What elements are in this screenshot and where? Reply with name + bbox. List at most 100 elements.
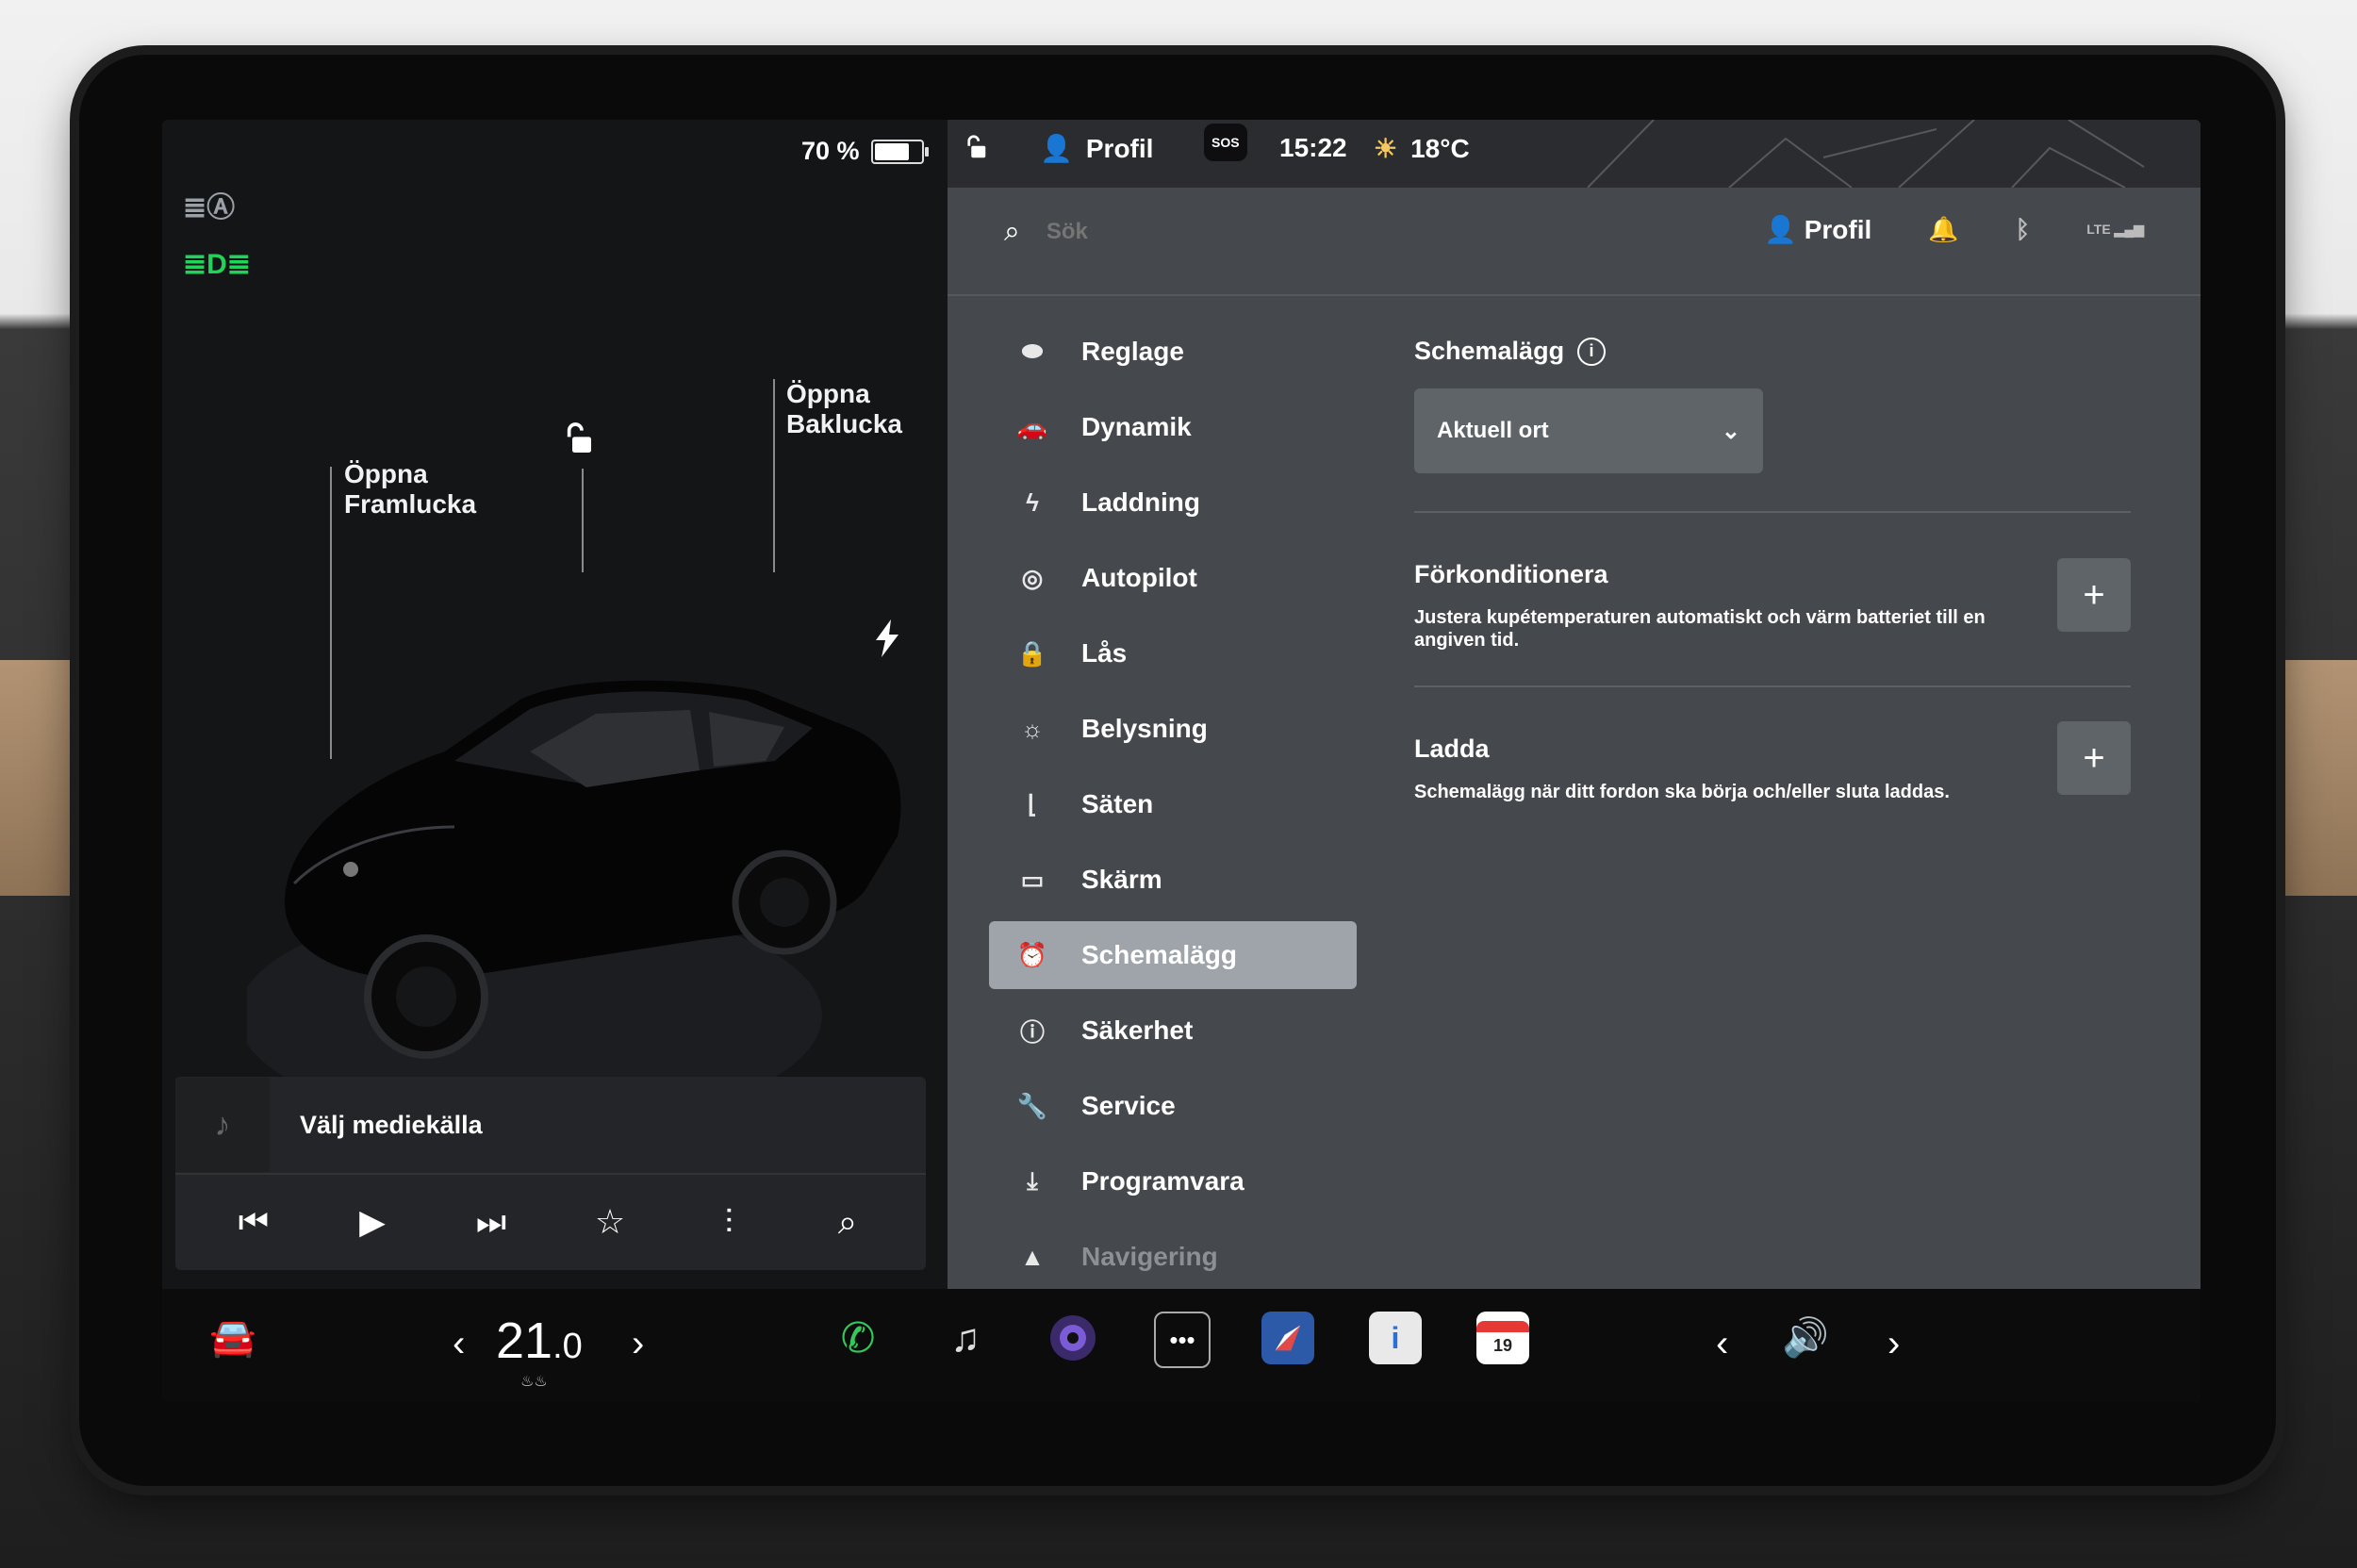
status-bar: 👤 Profil SOS 15:22 ☀ 18°C — [948, 120, 2200, 188]
clock: 15:22 — [1279, 133, 1347, 162]
nav-item-label: Service — [1081, 1091, 1176, 1120]
calendar-icon[interactable]: 19 — [1476, 1312, 1529, 1364]
volume-up-chevron[interactable]: › — [1887, 1323, 1900, 1365]
cabin-temperature[interactable]: 21.0 — [496, 1312, 583, 1370]
front-trunk-line2: Framlucka — [344, 489, 477, 519]
media-player: ♪ Välj mediekälla ⏮ ▶ ⏭ ☆ ⫶ ⌕ — [175, 1077, 926, 1270]
nav-item-dynamik[interactable]: 🚗 Dynamik — [989, 393, 1357, 461]
nav-item-reglage[interactable]: ⬬ Reglage — [989, 318, 1357, 386]
nav-item-label: Lås — [1081, 638, 1128, 668]
more-apps-icon[interactable]: ••• — [1154, 1312, 1211, 1368]
nav-item-label: Belysning — [1081, 714, 1208, 743]
nav-item-label: Säten — [1081, 789, 1154, 818]
auto-headlights-icon[interactable]: ≣Ⓐ — [183, 184, 235, 225]
nav-item-belysning[interactable]: ☼ Belysning — [989, 695, 1357, 763]
settings-nav: ⬬ Reglage 🚗 Dynamik ϟ Laddning ◎ Autopilot 🔒 Lås ☼… — [989, 318, 1357, 1298]
nav-item-label: Reglage — [1081, 337, 1184, 366]
weather: ☀ 18°C — [1374, 133, 1470, 164]
outside-temperature: 18°C — [1410, 133, 1470, 163]
charge-row: Ladda Schemalägg när ditt fordon ska bör… — [1414, 687, 2131, 837]
steering-wheel-icon: ◎ — [1021, 563, 1044, 592]
battery-fill — [874, 142, 909, 160]
charge-desc: Schemalägg när ditt fordon ska börja och… — [1414, 782, 1950, 802]
volume-icon[interactable]: 🔊 — [1782, 1315, 1829, 1360]
header-profile-button[interactable]: 👤 Profil — [1764, 214, 1871, 245]
rear-trunk-line2: Baklucka — [786, 409, 902, 438]
nav-item-laddning[interactable]: ϟ Laddning — [989, 469, 1357, 536]
chevron-down-icon: ⌄ — [1721, 418, 1740, 444]
temp-whole: 21 — [496, 1312, 553, 1369]
temp-down-chevron[interactable]: ‹ — [453, 1323, 465, 1365]
phone-icon[interactable]: ✆ — [832, 1312, 884, 1364]
media-search-icon[interactable]: ⌕ — [819, 1202, 876, 1243]
header-profile-label: Profil — [1804, 215, 1872, 244]
wrench-icon: 🔧 — [1016, 1091, 1048, 1120]
calendar-day: 19 — [1492, 1335, 1513, 1355]
nav-item-autopilot[interactable]: ◎ Autopilot — [989, 544, 1357, 612]
lte-label: LTE — [2086, 222, 2111, 237]
bolt-icon: ϟ — [1026, 487, 1039, 517]
seat-heat-icon[interactable]: ♨♨ — [520, 1372, 548, 1391]
nav-item-label: Säkerhet — [1081, 1015, 1194, 1045]
manual-info-icon[interactable]: i — [1369, 1312, 1422, 1364]
location-dropdown[interactable]: Aktuell ort ⌄ — [1414, 388, 1763, 473]
nav-item-label: Navigering — [1081, 1242, 1218, 1271]
favorite-star-icon[interactable]: ☆ — [582, 1202, 638, 1242]
volume-down-chevron[interactable]: ‹ — [1716, 1323, 1728, 1365]
nav-item-label: Autopilot — [1081, 563, 1197, 592]
nav-item-label: Programvara — [1081, 1166, 1244, 1196]
precondition-row: Förkonditionera Justera kupétemperaturen… — [1414, 513, 2131, 685]
charge-title: Ladda — [1414, 734, 1490, 763]
play-icon[interactable]: ▶ — [344, 1202, 401, 1242]
precondition-title: Förkonditionera — [1414, 560, 1608, 588]
media-controls: ⏮ ▶ ⏭ ☆ ⫶ ⌕ — [175, 1175, 926, 1269]
sun-icon: ☼ — [1021, 714, 1044, 743]
nav-item-label: Laddning — [1081, 487, 1200, 517]
nav-item-schemalägg[interactable]: ⏰ Schemalägg — [989, 921, 1357, 989]
schedule-title: Schemalägg i — [1414, 337, 2131, 366]
music-icon[interactable]: ♫ — [939, 1312, 992, 1364]
next-track-icon[interactable]: ⏭ — [463, 1202, 519, 1243]
media-source-button[interactable]: Välj mediekälla — [300, 1111, 483, 1140]
battery-label: 70 % — [801, 137, 860, 165]
schedule-content: Schemalägg i Aktuell ort ⌄ Förkonditione… — [1414, 337, 2131, 837]
nav-item-service[interactable]: 🔧 Service — [989, 1072, 1357, 1140]
status-profile-button[interactable]: 👤 Profil — [1040, 133, 1153, 164]
person-icon: 👤 — [1040, 134, 1073, 163]
open-front-trunk-label[interactable]: Öppna Framlucka — [344, 459, 476, 520]
add-charge-schedule-button[interactable]: + — [2057, 721, 2131, 795]
alarm-clock-icon: ⏰ — [1016, 940, 1048, 969]
battery-status: 70 % — [801, 137, 929, 166]
seat-icon: ⌊ — [1027, 789, 1038, 818]
nav-item-programvara[interactable]: ⤓ Programvara — [989, 1147, 1357, 1215]
schedule-title-text: Schemalägg — [1414, 337, 1565, 365]
bluetooth-icon[interactable]: ᛒ — [2016, 215, 2031, 244]
nav-item-säten[interactable]: ⌊ Säten — [989, 770, 1357, 838]
rear-trunk-line1: Öppna — [786, 379, 870, 408]
info-icon[interactable]: i — [1577, 337, 1607, 366]
sos-label: SOS — [1204, 124, 1247, 161]
add-precondition-button[interactable]: + — [2057, 558, 2131, 632]
nav-item-navigering[interactable]: ▲ Navigering — [989, 1223, 1357, 1291]
sos-button[interactable]: SOS — [1204, 124, 1247, 161]
status-profile-label: Profil — [1085, 133, 1154, 163]
low-beam-icon[interactable]: ≣D≣ — [183, 248, 251, 281]
search-input[interactable] — [1044, 218, 1426, 246]
nav-item-lås[interactable]: 🔒 Lås — [989, 619, 1357, 687]
bottom-bar: 🚘 ‹ 21.0 ♨♨ › ✆ ♫ ••• i 19 ‹ 🔊 › — [162, 1289, 2200, 1402]
open-rear-trunk-label[interactable]: Öppna Baklucka — [786, 379, 902, 439]
bell-icon[interactable]: 🔔 — [1928, 215, 1958, 244]
temp-up-chevron[interactable]: › — [632, 1323, 644, 1365]
nav-item-skärm[interactable]: ▭ Skärm — [989, 846, 1357, 914]
previous-track-icon[interactable]: ⏮ — [225, 1202, 282, 1243]
car-icon[interactable]: 🚘 — [209, 1315, 256, 1360]
equalizer-icon[interactable]: ⫶ — [701, 1202, 757, 1243]
status-lock-icon[interactable] — [961, 133, 989, 161]
camera-icon[interactable] — [1047, 1312, 1099, 1364]
navigation-icon: ▲ — [1020, 1242, 1045, 1271]
navigation-app-icon[interactable] — [1261, 1312, 1314, 1364]
unlock-icon[interactable] — [558, 420, 596, 466]
nav-item-säkerhet[interactable]: ⓘ Säkerhet — [989, 997, 1357, 1065]
temp-decimal: .0 — [552, 1327, 583, 1366]
music-note-icon: ♪ — [175, 1078, 270, 1172]
